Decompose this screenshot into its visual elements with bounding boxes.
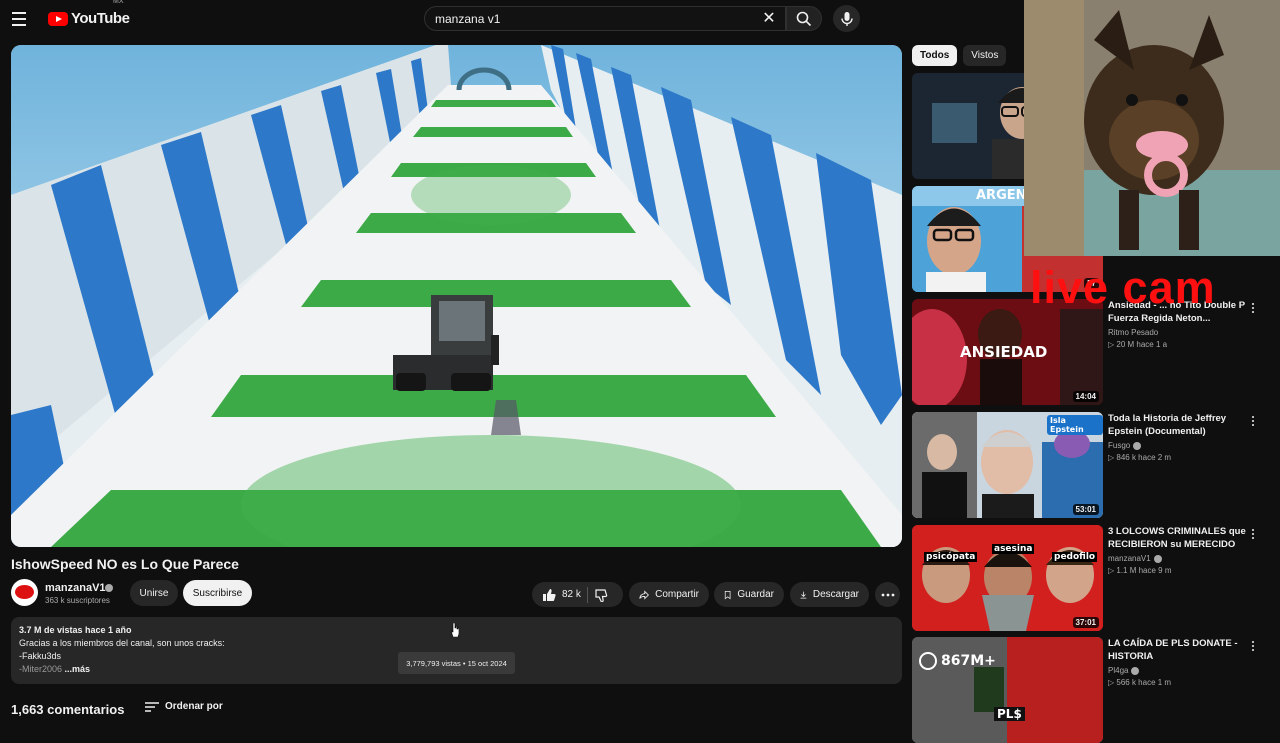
verified-icon xyxy=(1133,441,1142,450)
download-icon xyxy=(800,591,807,599)
show-more-link[interactable]: ...más xyxy=(65,664,91,674)
join-button[interactable]: Unirse xyxy=(130,580,178,606)
sort-icon xyxy=(145,701,159,712)
video-frame xyxy=(11,45,902,547)
subscriber-count: 363 k suscriptores xyxy=(45,596,110,605)
search-input[interactable]: manzana v1 xyxy=(424,6,786,31)
description-line: -Miter2006 xyxy=(19,664,63,674)
search-value: manzana v1 xyxy=(435,11,501,26)
sort-comments-button[interactable]: Ordenar por xyxy=(145,701,223,712)
subscribe-button[interactable]: Suscribirse xyxy=(183,580,252,606)
video-duration: 37:01 xyxy=(1072,617,1099,628)
share-icon xyxy=(639,589,649,600)
recommended-views: ▷ 1.1 M hace 9 m xyxy=(1108,566,1172,575)
recommended-video[interactable]: ANSIEDAD 14:04 Ansiedad - ... no Tito Do… xyxy=(912,299,1272,405)
verified-icon xyxy=(105,584,113,592)
recommended-title[interactable]: Toda la Historia de Jeffrey Epstein (Doc… xyxy=(1108,412,1248,438)
description-line: Gracias a los miembros del canal, son un… xyxy=(19,638,225,648)
youtube-play-icon xyxy=(48,11,68,26)
recommended-views: ▷ 566 k hace 1 m xyxy=(1108,678,1172,687)
share-label: Compartir xyxy=(655,589,699,600)
video-thumbnail[interactable]: Isla Epstein 53:01 xyxy=(912,412,1103,518)
more-options-icon[interactable] xyxy=(1249,529,1257,543)
recommended-title[interactable]: 3 LOLCOWS CRIMINALES que RECIBIERON su M… xyxy=(1108,525,1248,551)
recommended-channel[interactable]: manzanaV1 xyxy=(1108,554,1151,563)
views-tooltip: 3,779,793 vistas • 15 oct 2024 xyxy=(398,652,515,674)
dislike-icon[interactable] xyxy=(594,588,608,602)
download-button[interactable]: Descargar xyxy=(790,582,869,607)
more-horizontal-icon xyxy=(881,593,894,596)
thumbnail-text: psicópata xyxy=(924,552,978,562)
video-thumbnail[interactable]: psicópata asesina pedofilo 37:01 xyxy=(912,525,1103,631)
recommended-channel[interactable]: Fusgo xyxy=(1108,441,1130,450)
comments-count: 1,663 comentarios xyxy=(11,702,125,717)
bookmark-icon xyxy=(724,590,731,599)
channel-name[interactable]: manzanaV1 xyxy=(45,582,106,594)
recommended-channel[interactable]: Pl4ga xyxy=(1108,666,1128,675)
thumbnail-text: ANSIEDAD xyxy=(960,343,1048,361)
webcam-overlay xyxy=(1024,0,1280,256)
recommended-title[interactable]: LA CAÍDA DE PLS DONATE - HISTORIA xyxy=(1108,637,1248,663)
sort-label: Ordenar por xyxy=(165,701,223,712)
logo-country-code: MX xyxy=(113,0,124,5)
chip-todos[interactable]: Todos xyxy=(912,45,958,66)
thumbnail-text: Isla Epstein xyxy=(1047,415,1103,435)
thumbnail-text: 867M+ xyxy=(941,653,996,669)
voice-search-button[interactable] xyxy=(833,5,860,32)
live-cam-label: live cam xyxy=(1030,262,1216,313)
video-thumbnail[interactable]: ANSIEDAD 14:04 xyxy=(912,299,1103,405)
video-title: IshowSpeed NO es Lo Que Parece xyxy=(11,556,239,572)
recommended-views: ▷ 846 k hace 2 m xyxy=(1108,453,1172,462)
search-button[interactable] xyxy=(786,6,822,31)
youtube-logo[interactable]: YouTube xyxy=(48,10,130,27)
mouse-cursor-icon xyxy=(451,623,459,637)
thumbnail-text: PL$ xyxy=(994,707,1025,721)
like-dislike-group: 82 k xyxy=(532,582,623,607)
menu-icon[interactable] xyxy=(12,8,36,30)
more-options-icon[interactable] xyxy=(1249,416,1257,430)
thumbnail-text: pedofilo xyxy=(1052,552,1098,562)
save-button[interactable]: Guardar xyxy=(714,582,784,607)
thumbnail-image xyxy=(912,525,1103,631)
verified-icon xyxy=(1131,666,1140,675)
recommended-views: ▷ 20 M hace 1 a xyxy=(1108,340,1168,349)
like-divider xyxy=(586,586,588,603)
channel-avatar[interactable] xyxy=(11,579,38,606)
more-actions-button[interactable] xyxy=(875,582,900,607)
recommended-video[interactable]: Isla Epstein 53:01 Toda la Historia de J… xyxy=(912,412,1272,518)
video-duration: 53:01 xyxy=(1072,504,1099,515)
recommended-video[interactable]: 867M+ PL$ LA CAÍDA DE PLS DONATE - HISTO… xyxy=(912,637,1272,743)
recommended-video[interactable]: psicópata asesina pedofilo 37:01 3 LOLCO… xyxy=(912,525,1272,631)
like-icon[interactable] xyxy=(542,588,556,602)
like-count[interactable]: 82 k xyxy=(562,589,581,600)
download-label: Descargar xyxy=(812,589,859,600)
verified-icon xyxy=(1153,554,1162,563)
video-player[interactable] xyxy=(11,45,902,547)
logo-text: YouTube xyxy=(71,10,130,27)
more-options-icon[interactable] xyxy=(1249,303,1257,317)
video-thumbnail[interactable]: 867M+ PL$ xyxy=(912,637,1103,743)
webcam-image xyxy=(1024,0,1280,256)
thumbnail-text: asesina xyxy=(992,544,1035,554)
save-label: Guardar xyxy=(737,589,774,600)
share-button[interactable]: Compartir xyxy=(629,582,709,607)
recommended-channel[interactable]: Ritmo Pesado xyxy=(1108,328,1158,337)
more-options-icon[interactable] xyxy=(1249,641,1257,655)
chip-vistos[interactable]: Vistos xyxy=(963,45,1007,66)
search-icon xyxy=(796,11,812,26)
video-duration: 14:04 xyxy=(1072,391,1099,402)
microphone-icon xyxy=(840,11,853,26)
clear-search-icon[interactable]: ✕ xyxy=(760,10,778,28)
filter-chips: Todos Vistos xyxy=(912,45,1007,66)
thumbnail-text: ARGEN xyxy=(976,188,1027,203)
